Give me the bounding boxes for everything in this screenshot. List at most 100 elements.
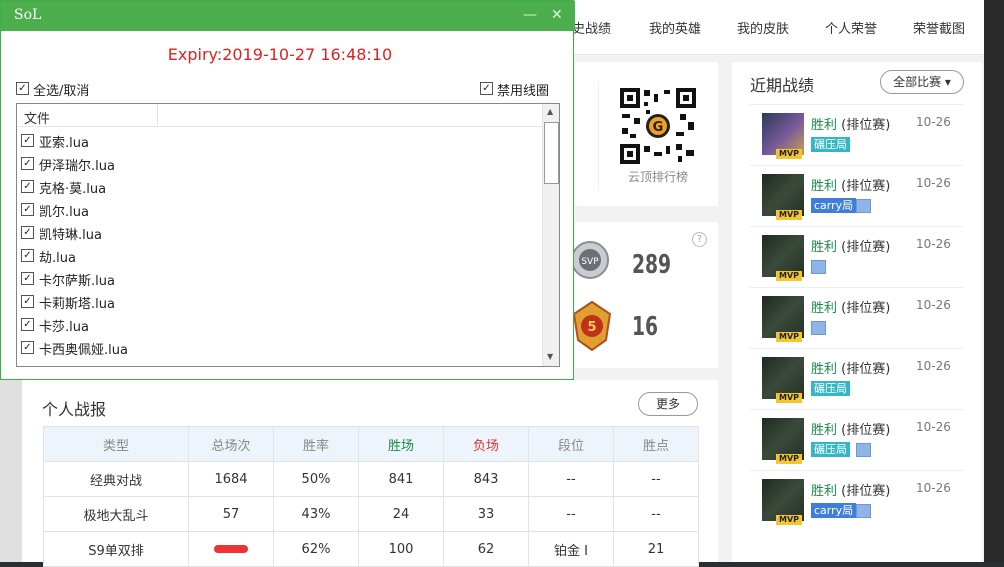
qr-code-icon: G [620,88,696,164]
file-name: 亚索.lua [39,136,89,151]
match-date: 10-26 [916,420,951,434]
table-cell: 57 [188,496,274,532]
file-name: 凯特琳.lua [39,228,102,243]
screenshot-icon[interactable] [856,504,871,518]
column-header-file[interactable]: 文件 [24,108,50,127]
table-cell: 铂金 Ⅰ [528,531,614,567]
match-date: 10-26 [916,176,951,190]
file-checkbox[interactable]: ✓ [21,272,34,285]
stats-title: 个人战报 [42,400,107,419]
select-all-checkbox[interactable]: ✓ [16,82,29,95]
match-tag: 碾压局 [811,137,850,152]
mvp-icon: MVP [776,271,802,281]
list-item[interactable]: ✓ 卡莉斯塔.lua [21,290,531,313]
nav-honors[interactable]: 个人荣誉 [825,18,877,37]
screenshot-icon[interactable] [811,321,826,335]
window-titlebar[interactable]: SoL — ✕ [1,1,575,31]
list-item[interactable]: ✓ 凯尔.lua [21,198,531,221]
mode-label: (排位赛) [837,362,891,377]
match-result: 胜利 (排位赛) [811,297,890,316]
recent-matches-title: 近期战绩 [750,76,815,95]
list-item[interactable]: ✓ 卡莎.lua [21,313,531,336]
nav-my-skins[interactable]: 我的皮肤 [737,18,789,37]
match-tag: carry局 [811,198,857,213]
table-cell: 极地大乱斗 [43,496,189,532]
nav-my-heroes[interactable]: 我的英雄 [649,18,701,37]
match-result: 胜利 (排位赛) [811,419,890,438]
match-row[interactable]: MVP 胜利 (排位赛) 10-26 carry局 [750,470,963,531]
nav-honor-screenshots[interactable]: 荣誉截图 [913,18,965,37]
mvp-badge-icon: SVP [571,241,609,279]
match-filter-dropdown[interactable]: 全部比赛 ▾ [880,70,964,94]
match-result: 胜利 (排位赛) [811,236,890,255]
table-cell: 经典对战 [43,461,189,497]
match-result: 胜利 (排位赛) [811,114,890,133]
result-label: 胜利 [811,179,838,194]
column-header: 段位 [528,426,614,462]
column-divider [157,104,158,126]
select-all-label[interactable]: 全选/取消 [33,80,89,99]
file-checkbox[interactable]: ✓ [21,134,34,147]
disable-ring-checkbox[interactable]: ✓ [480,82,493,95]
vertical-scrollbar[interactable]: ▲ ▼ [542,104,559,366]
file-checkbox[interactable]: ✓ [21,226,34,239]
disable-ring-label[interactable]: 禁用线圈 [497,80,549,99]
file-checkbox[interactable]: ✓ [21,341,34,354]
mode-label: (排位赛) [837,301,891,316]
result-label: 胜利 [811,423,838,438]
help-icon[interactable]: ? [692,232,707,247]
screenshot-icon[interactable] [811,260,826,274]
table-cell: 43% [273,496,359,532]
column-header: 负场 [443,426,529,462]
window-title: SoL [14,7,42,23]
file-checkbox[interactable]: ✓ [21,180,34,193]
match-row[interactable]: MVP 胜利 (排位赛) 10-26 碾压局 [750,348,963,409]
file-checkbox[interactable]: ✓ [21,295,34,308]
table-cell: 24 [358,496,444,532]
svg-text:G: G [653,120,664,135]
file-name: 克格·莫.lua [39,182,107,197]
list-item[interactable]: ✓ 亚索.lua [21,129,531,152]
match-row[interactable]: MVP 胜利 (排位赛) 10-26 [750,226,963,287]
match-tag: 碾压局 [811,442,850,457]
list-item[interactable]: ✓ 卡西奥佩娅.lua [21,336,531,359]
champion-avatar: MVP [762,418,804,464]
column-header: 类型 [43,426,189,462]
table-cell: 841 [358,461,444,497]
champion-avatar: MVP [762,174,804,220]
match-result: 胜利 (排位赛) [811,358,890,377]
file-name: 伊泽瑞尔.lua [39,159,115,174]
qr-code[interactable]: G [620,88,696,164]
minimize-button[interactable]: — [523,7,537,23]
screenshot-icon[interactable] [856,443,871,457]
list-item[interactable]: ✓ 克格·莫.lua [21,175,531,198]
match-row[interactable]: MVP 胜利 (排位赛) 10-26 carry局 [750,165,963,226]
scrollbar-thumb[interactable] [544,122,559,184]
match-row[interactable]: MVP 胜利 (排位赛) 10-26 碾压局 [750,409,963,470]
table-cell: 21 [613,531,699,567]
file-checkbox[interactable]: ✓ [21,157,34,170]
nav-history[interactable]: 史战绩 [572,18,611,37]
match-date: 10-26 [916,115,951,129]
table-cell: 50% [273,461,359,497]
close-button[interactable]: ✕ [551,7,563,23]
match-row[interactable]: MVP 胜利 (排位赛) 10-26 [750,287,963,348]
file-checkbox[interactable]: ✓ [21,249,34,262]
file-checkbox[interactable]: ✓ [21,203,34,216]
list-item[interactable]: ✓ 伊泽瑞尔.lua [21,152,531,175]
match-row[interactable]: MVP 胜利 (排位赛) 10-26 碾压局 [750,104,963,165]
screenshot-icon[interactable] [856,199,871,213]
champion-avatar: MVP [762,113,804,159]
list-item[interactable]: ✓ 卡尔萨斯.lua [21,267,531,290]
file-name: 卡莎.lua [39,320,89,335]
file-name: 卡尔萨斯.lua [39,274,115,289]
more-button[interactable]: 更多 [638,392,698,416]
table-row: S9单双排 62% 100 62 铂金 Ⅰ 21 [43,531,699,567]
mode-label: (排位赛) [837,484,891,499]
list-item[interactable]: ✓ 凯特琳.lua [21,221,531,244]
list-item[interactable]: ✓ 劫.lua [21,244,531,267]
file-checkbox[interactable]: ✓ [21,318,34,331]
list-header: 文件 [17,104,542,127]
scroll-up-icon[interactable]: ▲ [547,107,553,116]
scroll-down-icon[interactable]: ▼ [547,352,553,361]
